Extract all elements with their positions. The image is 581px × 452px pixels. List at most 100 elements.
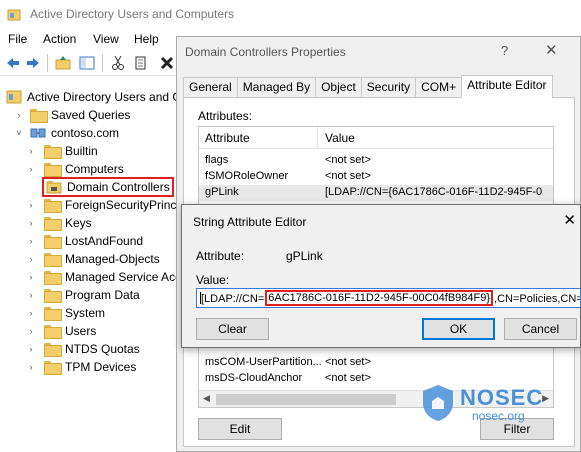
tree-item-label: System	[65, 306, 106, 320]
attribute-name-value: gPLink	[286, 249, 323, 263]
close-icon[interactable]: ✕	[545, 41, 558, 59]
menu-view[interactable]: View	[93, 32, 119, 46]
tab-com-plus[interactable]: COM+	[415, 77, 463, 97]
tree-root[interactable]: Active Directory Users and C	[6, 88, 181, 106]
chevron-right-icon[interactable]: ›	[26, 146, 36, 156]
folder-icon	[44, 271, 62, 285]
folder-icon	[44, 289, 62, 303]
toolbar-separator	[102, 54, 103, 72]
tab-general[interactable]: General	[183, 77, 238, 97]
menu-file[interactable]: File	[8, 32, 27, 46]
table-row[interactable]: fSMORoleOwner <not set>	[199, 169, 553, 185]
copy-icon[interactable]	[132, 54, 150, 72]
tree-item-label: TPM Devices	[65, 360, 137, 374]
folder-icon	[44, 235, 62, 249]
domain-icon	[30, 128, 46, 138]
value-prefix: [LDAP://CN=	[201, 293, 265, 305]
table-row[interactable]: msCOM-UserPartition... <not set>	[199, 355, 553, 371]
tree-item-managed-objects[interactable]: › Managed-Objects	[26, 250, 160, 268]
console-tree: Active Directory Users and C › Saved Que…	[0, 80, 181, 452]
tab-managed-by[interactable]: Managed By	[236, 77, 317, 97]
chevron-right-icon[interactable]: ›	[26, 326, 36, 336]
watermark-brand: NOSEC	[460, 385, 544, 410]
tree-item-ntds-quotas[interactable]: › NTDS Quotas	[26, 340, 140, 358]
attribute-name: msCOM-UserPartition...	[205, 356, 322, 368]
tree-item-label: Managed Service Acc	[65, 270, 182, 284]
back-arrow-icon[interactable]	[4, 54, 22, 72]
chevron-right-icon[interactable]: ›	[26, 218, 36, 228]
value-input[interactable]: [LDAP://CN= 6AC1786C-016F-11D2-945F-00C04…	[196, 288, 581, 308]
attribute-value: <not set>	[325, 372, 371, 384]
folder-icon	[44, 145, 62, 159]
tab-security[interactable]: Security	[360, 77, 417, 97]
chevron-right-icon[interactable]: ›	[26, 272, 36, 282]
scroll-left-icon[interactable]: ◀	[203, 393, 210, 404]
tree-item-managed-service-accounts[interactable]: › Managed Service Acc	[26, 268, 181, 286]
ok-button[interactable]: OK	[422, 318, 495, 340]
chevron-right-icon[interactable]: ›	[26, 362, 36, 372]
tree-item-label: LostAndFound	[65, 234, 144, 248]
tab-object[interactable]: Object	[315, 77, 362, 97]
table-row[interactable]: flags <not set>	[199, 153, 553, 169]
tree-item-keys[interactable]: › Keys	[26, 214, 92, 232]
forward-arrow-icon[interactable]	[24, 54, 42, 72]
folder-icon	[44, 325, 62, 339]
chevron-right-icon[interactable]: ›	[14, 110, 24, 120]
column-header-value[interactable]: Value	[325, 131, 355, 145]
up-folder-icon[interactable]	[54, 54, 72, 72]
menu-help[interactable]: Help	[134, 32, 159, 46]
gpo-guid-highlight: 6AC1786C-016F-11D2-945F-00C04fB984F9}	[265, 290, 494, 306]
tree-item-users[interactable]: › Users	[26, 322, 96, 340]
menu-action[interactable]: Action	[43, 32, 76, 46]
tree-item-builtin[interactable]: › Builtin	[26, 142, 98, 160]
close-icon[interactable]: ✕	[563, 211, 576, 229]
column-header-attribute[interactable]: Attribute	[205, 131, 250, 145]
chevron-right-icon[interactable]: ›	[26, 236, 36, 246]
delete-icon[interactable]	[158, 54, 176, 72]
editor-dialog-title: String Attribute Editor	[193, 215, 307, 229]
chevron-right-icon[interactable]: ›	[26, 308, 36, 318]
chevron-right-icon[interactable]: ›	[26, 254, 36, 264]
tree-item-label: Keys	[65, 216, 92, 230]
attribute-value: <not set>	[325, 154, 371, 166]
show-hide-tree-icon[interactable]	[78, 54, 96, 72]
chevron-right-icon[interactable]: ›	[26, 344, 36, 354]
clear-button[interactable]: Clear	[196, 318, 269, 340]
chevron-right-icon[interactable]: ›	[26, 164, 36, 174]
tree-item-saved-queries[interactable]: › Saved Queries	[14, 106, 130, 124]
tree-item-tpm-devices[interactable]: › TPM Devices	[26, 358, 136, 376]
tree-item-program-data[interactable]: › Program Data	[26, 286, 140, 304]
folder-icon	[44, 253, 62, 267]
folder-icon	[30, 109, 48, 123]
folder-icon	[44, 199, 62, 213]
attribute-name: flags	[205, 154, 229, 166]
attribute-name: fSMORoleOwner	[205, 170, 289, 182]
attribute-name: gPLink	[205, 186, 239, 198]
tree-item-domain-controllers[interactable]: Domain Controllers	[42, 177, 174, 197]
table-row-selected[interactable]: gPLink [LDAP://CN={6AC1786C-016F-11D2-94…	[199, 185, 553, 201]
attribute-value: <not set>	[325, 170, 371, 182]
tree-item-label: ForeignSecurityPrinc	[65, 198, 177, 212]
cut-icon[interactable]	[109, 54, 127, 72]
tree-item-computers[interactable]: › Computers	[26, 160, 124, 178]
help-icon[interactable]: ?	[501, 43, 508, 58]
attribute-label: Attribute:	[196, 249, 245, 263]
string-attribute-editor-dialog: String Attribute Editor ✕ Attribute: gPL…	[181, 204, 581, 348]
tab-attribute-editor[interactable]: Attribute Editor	[461, 75, 553, 98]
tree-item-foreign-security[interactable]: › ForeignSecurityPrinc	[26, 196, 176, 214]
main-window-title: Active Directory Users and Computers	[30, 7, 235, 21]
column-divider[interactable]	[317, 127, 318, 149]
chevron-right-icon[interactable]: ›	[26, 290, 36, 300]
cancel-button[interactable]: Cancel	[504, 318, 577, 340]
chevron-right-icon[interactable]: ›	[26, 200, 36, 210]
chevron-down-icon[interactable]: ˅	[14, 128, 24, 138]
tree-item-label: contoso.com	[51, 126, 120, 140]
tree-item-lostandfound[interactable]: › LostAndFound	[26, 232, 143, 250]
tree-item-label: Domain Controllers	[67, 180, 170, 194]
edit-button[interactable]: Edit	[198, 418, 282, 440]
value-suffix: ,CN=Policies,CN=Sys	[494, 293, 580, 305]
tree-item-contoso[interactable]: ˅ contoso.com	[14, 124, 119, 142]
tree-item-system[interactable]: › System	[26, 304, 105, 322]
scrollbar-thumb[interactable]	[216, 394, 396, 405]
value-label: Value:	[196, 273, 230, 287]
